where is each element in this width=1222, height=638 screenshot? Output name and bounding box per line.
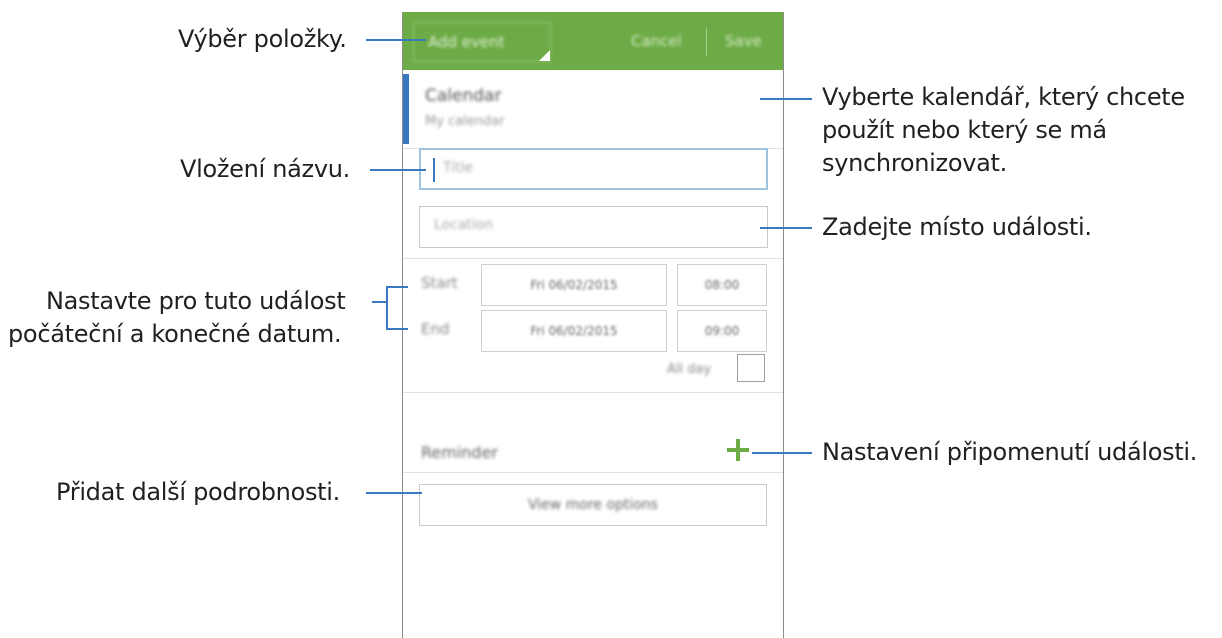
location-placeholder: Location	[434, 217, 494, 233]
leader-line-location	[760, 227, 812, 229]
leader-line-reminder	[752, 452, 812, 454]
calendar-account: My calendar	[425, 114, 505, 129]
end-time-button[interactable]: 09:00	[677, 310, 767, 352]
section-divider	[403, 258, 783, 259]
save-button[interactable]: Save	[725, 12, 762, 70]
callout-reminder: Nastavení připomenutí události.	[822, 438, 1198, 466]
leader-line-title	[370, 169, 426, 171]
action-bar: Add event Cancel Save	[403, 12, 783, 70]
title-input[interactable]: Title	[419, 148, 768, 190]
section-divider	[403, 472, 783, 473]
cancel-button[interactable]: Cancel	[631, 12, 682, 70]
event-type-label: Add event	[428, 33, 505, 51]
leader-bracket-top	[386, 286, 408, 288]
action-bar-divider	[706, 28, 707, 56]
start-date-value: Fri 06/02/2015	[530, 278, 618, 292]
location-input[interactable]: Location	[419, 206, 768, 248]
leader-bracket-bottom	[386, 328, 408, 330]
leader-line-more	[366, 492, 422, 494]
callout-calendar-line1: Vyberte kalendář, který chcete	[822, 83, 1185, 111]
callout-more-details: Přidat další podrobnosti.	[56, 478, 340, 506]
callout-calendar-line2: použít nebo který se má	[822, 116, 1107, 144]
start-time-button[interactable]: 08:00	[677, 264, 767, 306]
calendar-title: Calendar	[425, 86, 502, 106]
all-day-label: All day	[667, 362, 712, 377]
section-divider	[403, 392, 783, 393]
end-time-value: 09:00	[704, 324, 740, 338]
calendar-selector[interactable]: Calendar My calendar	[403, 70, 783, 149]
title-placeholder: Title	[443, 160, 474, 176]
callout-select-item: Výběr položky.	[178, 25, 347, 53]
leader-line-select	[366, 39, 426, 41]
event-type-dropdown[interactable]: Add event	[413, 22, 551, 62]
dropdown-triangle-icon	[539, 50, 550, 61]
start-label: Start	[421, 274, 458, 292]
start-date-button[interactable]: Fri 06/02/2015	[481, 264, 667, 306]
callout-dates-line1: Nastavte pro tuto událost	[46, 287, 346, 315]
callout-enter-location: Zadejte místo události.	[822, 213, 1092, 241]
callout-dates-line2: počáteční a konečné datum.	[8, 320, 342, 348]
callout-enter-title: Vložení názvu.	[180, 155, 350, 183]
plus-icon[interactable]	[727, 439, 749, 461]
callout-calendar-line3: synchronizovat.	[822, 149, 1007, 177]
view-more-options-label: View more options	[528, 497, 658, 513]
leader-line-calendar	[760, 98, 812, 100]
end-date-button[interactable]: Fri 06/02/2015	[481, 310, 667, 352]
text-cursor	[433, 158, 435, 182]
calendar-color-bar	[403, 74, 409, 144]
all-day-checkbox[interactable]	[737, 354, 765, 382]
view-more-options-button[interactable]: View more options	[419, 484, 767, 526]
end-label: End	[421, 320, 450, 338]
phone-screen: Add event Cancel Save Calendar My calend…	[402, 12, 784, 638]
end-date-value: Fri 06/02/2015	[530, 324, 618, 338]
reminder-label: Reminder	[421, 443, 498, 462]
start-time-value: 08:00	[704, 278, 740, 292]
leader-bracket-dates	[386, 286, 388, 330]
